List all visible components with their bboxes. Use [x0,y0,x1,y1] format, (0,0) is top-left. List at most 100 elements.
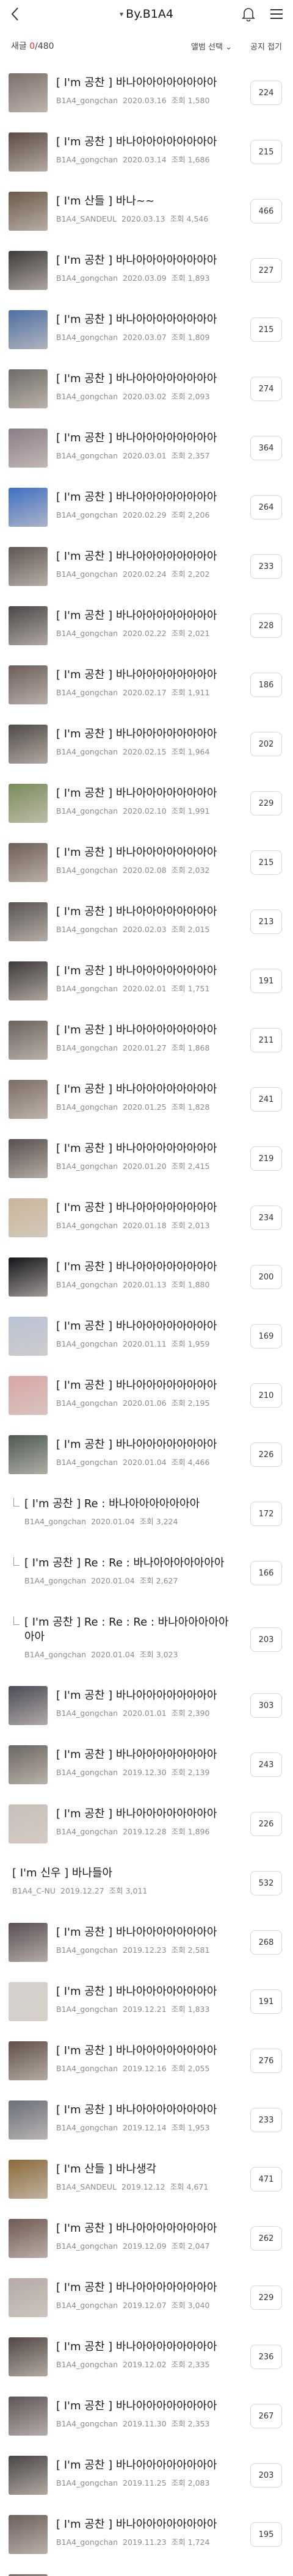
comment-count-badge[interactable]: 211 [250,1028,282,1052]
post-thumbnail[interactable] [9,902,48,941]
post-row[interactable]: [ I'm 공찬 ] Re : Re : Re : 바나아아아아아아아 B1A4_… [0,1603,293,1676]
post-thumbnail[interactable] [9,665,48,704]
post-row[interactable]: [ I'm 공찬 ] 바나아아아아아아아아 B1A4_gongchan 2020.0… [0,1676,293,1735]
post-row[interactable]: [ I'm 공찬 ] 바나아아아아아아아아 B1A4_gongchan 2020.0… [0,892,293,952]
post-thumbnail[interactable] [9,132,48,172]
post-thumbnail[interactable] [9,192,48,231]
comment-count-badge[interactable]: 262 [250,2226,282,2251]
post-title[interactable]: [ I'm 공찬 ] 바나아아아아아아아아 [56,1438,237,1452]
post-row[interactable]: [ I'm 공찬 ] 바나아아아아아아아아 B1A4_gongchan 2020.0… [0,1366,293,1425]
post-thumbnail[interactable] [9,2456,48,2495]
comment-count-badge[interactable]: 233 [250,554,282,579]
post-row[interactable]: [ I'm 공찬 ] 바나아아아아아아아아 B1A4_gongchan 2019.1… [0,1972,293,2031]
post-title[interactable]: [ I'm 공찬 ] 바나아아아아아아아아 [56,253,237,268]
post-thumbnail[interactable] [9,2278,48,2317]
comment-count-badge[interactable]: 202 [250,732,282,756]
post-thumbnail[interactable] [9,369,48,408]
comment-count-badge[interactable]: 203 [250,2463,282,2487]
post-row[interactable]: [ I'm 공찬 ] 바나아아아아아아아아 B1A4_gongchan 2020.0… [0,63,293,123]
comment-count-badge[interactable]: 227 [250,258,282,283]
comment-count-badge[interactable]: 224 [250,81,282,105]
post-row[interactable]: [ I'm 공찬 ] 바나아아아아아아아아 B1A4_gongchan 2020.0… [0,952,293,1011]
comment-count-badge[interactable]: 226 [250,1442,282,1467]
comment-count-badge[interactable]: 226 [250,1812,282,1836]
post-title[interactable]: [ I'm 공찬 ] 바나아아아아아아아아 [56,668,237,682]
post-row[interactable]: [ I'm 공찬 ] 바나아아아아아아아아 B1A4_gongchan 2020.0… [0,360,293,419]
comment-count-badge[interactable]: 166 [250,1561,282,1585]
post-row[interactable]: [ I'm 공찬 ] 바나아아아아아아아아 B1A4_gongchan 2019.1… [0,1913,293,1972]
post-row[interactable]: [ I'm 공찬 ] 바나아아아아아아아아 B1A4_gongchan 2020.0… [0,1129,293,1189]
post-row[interactable]: [ I'm 신우 ] 바나들아 B1A4_C-NU 2019.12.27 조회 3,0… [0,1854,293,1913]
comment-count-badge[interactable]: 229 [250,2285,282,2310]
post-row[interactable]: [ I'm 공찬 ] 바나아아아아아아아아 B1A4_gongchan 2020.0… [0,656,293,715]
comment-count-badge[interactable]: 303 [250,1693,282,1718]
post-thumbnail[interactable] [9,2219,48,2258]
comment-count-badge[interactable]: 532 [250,1871,282,1895]
post-title[interactable]: [ I'm 공찬 ] 바나아아아아아아아아 [56,964,237,979]
post-row[interactable]: [ I'm 공찬 ] 바나아아아아아아아아 B1A4_gongchan 2020.0… [0,1070,293,1129]
post-title[interactable]: [ I'm 공찬 ] 바나아아아아아아아아 [56,609,237,623]
post-thumbnail[interactable] [9,2515,48,2554]
post-thumbnail[interactable] [9,1257,48,1297]
title-dropdown-icon[interactable]: ▼ [120,12,123,17]
comment-count-badge[interactable]: 268 [250,1930,282,1955]
post-title[interactable]: [ I'm 공찬 ] 바나아아아아아아아아 [56,1023,237,1038]
post-title[interactable]: [ I'm 공찬 ] 바나아아아아아아아아 [56,1141,237,1156]
post-thumbnail[interactable] [9,73,48,112]
post-thumbnail[interactable] [9,1198,48,1237]
post-title[interactable]: [ I'm 공찬 ] 바나아아아아아아아아 [56,2458,237,2473]
post-title[interactable]: [ I'm 공찬 ] 바나아아아아아아아아 [56,1925,237,1940]
back-button[interactable] [6,5,23,23]
post-row[interactable]: [ I'm 공찬 ] 바나아아아아아아아아 B1A4_gongchan 2020.0… [0,596,293,656]
post-row[interactable]: [ I'm 공찬 ] 바나아아아아아아아아 B1A4_gongchan 2019.1… [0,2387,293,2446]
post-thumbnail[interactable] [9,1982,48,2021]
notification-button[interactable] [239,5,258,23]
post-title[interactable]: [ I'm 공찬 ] 바나아아아아아아아아 [56,549,237,564]
post-title[interactable]: [ I'm 공찬 ] 바나아아아아아아아아 [56,2399,237,2414]
post-row[interactable]: [ I'm 공찬 ] 바나아아아아아아아아 B1A4_gongchan 2019.1… [0,2328,293,2387]
post-thumbnail[interactable] [9,1686,48,1725]
post-thumbnail[interactable] [9,1021,48,1060]
post-row[interactable]: [ I'm 공찬 ] 바나아아아아아아아아 B1A4_gongchan 2020.0… [0,537,293,596]
comment-count-badge[interactable]: 210 [250,1383,282,1408]
comment-count-badge[interactable]: 228 [250,613,282,638]
post-row[interactable]: [ I'm 공찬 ] 바나아아아아아아아아 B1A4_gongchan 2020.0… [0,1189,293,1248]
post-row[interactable]: [ I'm 공찬 ] 바나아아아아아아아아 B1A4_gongchan 2020.0… [0,300,293,360]
post-thumbnail[interactable] [9,961,48,1000]
comment-count-badge[interactable]: 229 [250,791,282,816]
post-row[interactable]: [ I'm 공찬 ] Re : Re : 바나아아아아아아아 B1A4_gongc… [0,1544,293,1603]
post-row[interactable]: [ I'm 공찬 ] 바나아아아아아아아아 B1A4_gongchan 2019.1… [0,2209,293,2268]
post-thumbnail[interactable] [9,1804,48,1843]
post-title[interactable]: [ I'm 공찬 ] 바나아아아아아아아아 [56,905,237,919]
post-thumbnail[interactable] [9,784,48,823]
comment-count-badge[interactable]: 236 [250,2345,282,2369]
post-title[interactable]: [ I'm 공찬 ] 바나아아아아아아아아 [56,2044,237,2058]
comment-count-badge[interactable]: 169 [250,1324,282,1348]
post-row[interactable]: [ I'm 산들 ] 바나~~ B1A4_SANDEUL 2020.03.13 조회 … [0,182,293,241]
post-thumbnail[interactable] [9,488,48,527]
post-thumbnail[interactable] [9,547,48,586]
post-thumbnail[interactable] [9,1139,48,1178]
comment-count-badge[interactable]: 215 [250,140,282,164]
post-row[interactable]: [ I'm 공찬 ] 바나아아아아아아아아 B1A4_gongchan 2020.0… [0,241,293,300]
comment-count-badge[interactable]: 203 [250,1627,282,1652]
post-row[interactable]: [ I'm 공찬 ] 바나아아아아아아아아 B1A4_gongchan 2020.0… [0,1248,293,1307]
post-thumbnail[interactable] [9,1923,48,1962]
post-row[interactable]: [ I'm 공찬 ] 바나아아아아아아아아 B1A4_gongchan 2020.0… [0,1011,293,1070]
comment-count-badge[interactable]: 172 [250,1502,282,1526]
fold-notice-button[interactable]: 공지 접기 [250,40,282,52]
post-title[interactable]: [ I'm 공찬 ] 바나아아아아아아아아 [56,1984,237,1999]
comment-count-badge[interactable]: 200 [250,1265,282,1289]
post-thumbnail[interactable] [9,1435,48,1474]
post-title[interactable]: [ I'm 공찬 ] 바나아아아아아아아아 [56,2221,237,2236]
post-thumbnail[interactable] [9,251,48,290]
post-thumbnail[interactable] [9,429,48,468]
post-title[interactable]: [ I'm 공찬 ] 바나아아아아아아아아 [56,431,237,446]
post-title[interactable]: [ I'm 공찬 ] 바나아아아아아아아아 [56,786,237,801]
post-title[interactable]: [ I'm 공찬 ] 바나아아아아아아아아 [56,1748,237,1762]
comment-count-badge[interactable]: 191 [250,969,282,993]
post-thumbnail[interactable] [9,1376,48,1415]
post-title[interactable]: [ I'm 공찬 ] 바나아아아아아아아아 [56,1688,237,1703]
post-row[interactable]: [ I'm 공찬 ] 바나아아아아아아아아 B1A4_gongchan 2019.1… [0,1795,293,1854]
post-title[interactable]: [ I'm 신우 ] 바나들아 [12,1866,237,1881]
